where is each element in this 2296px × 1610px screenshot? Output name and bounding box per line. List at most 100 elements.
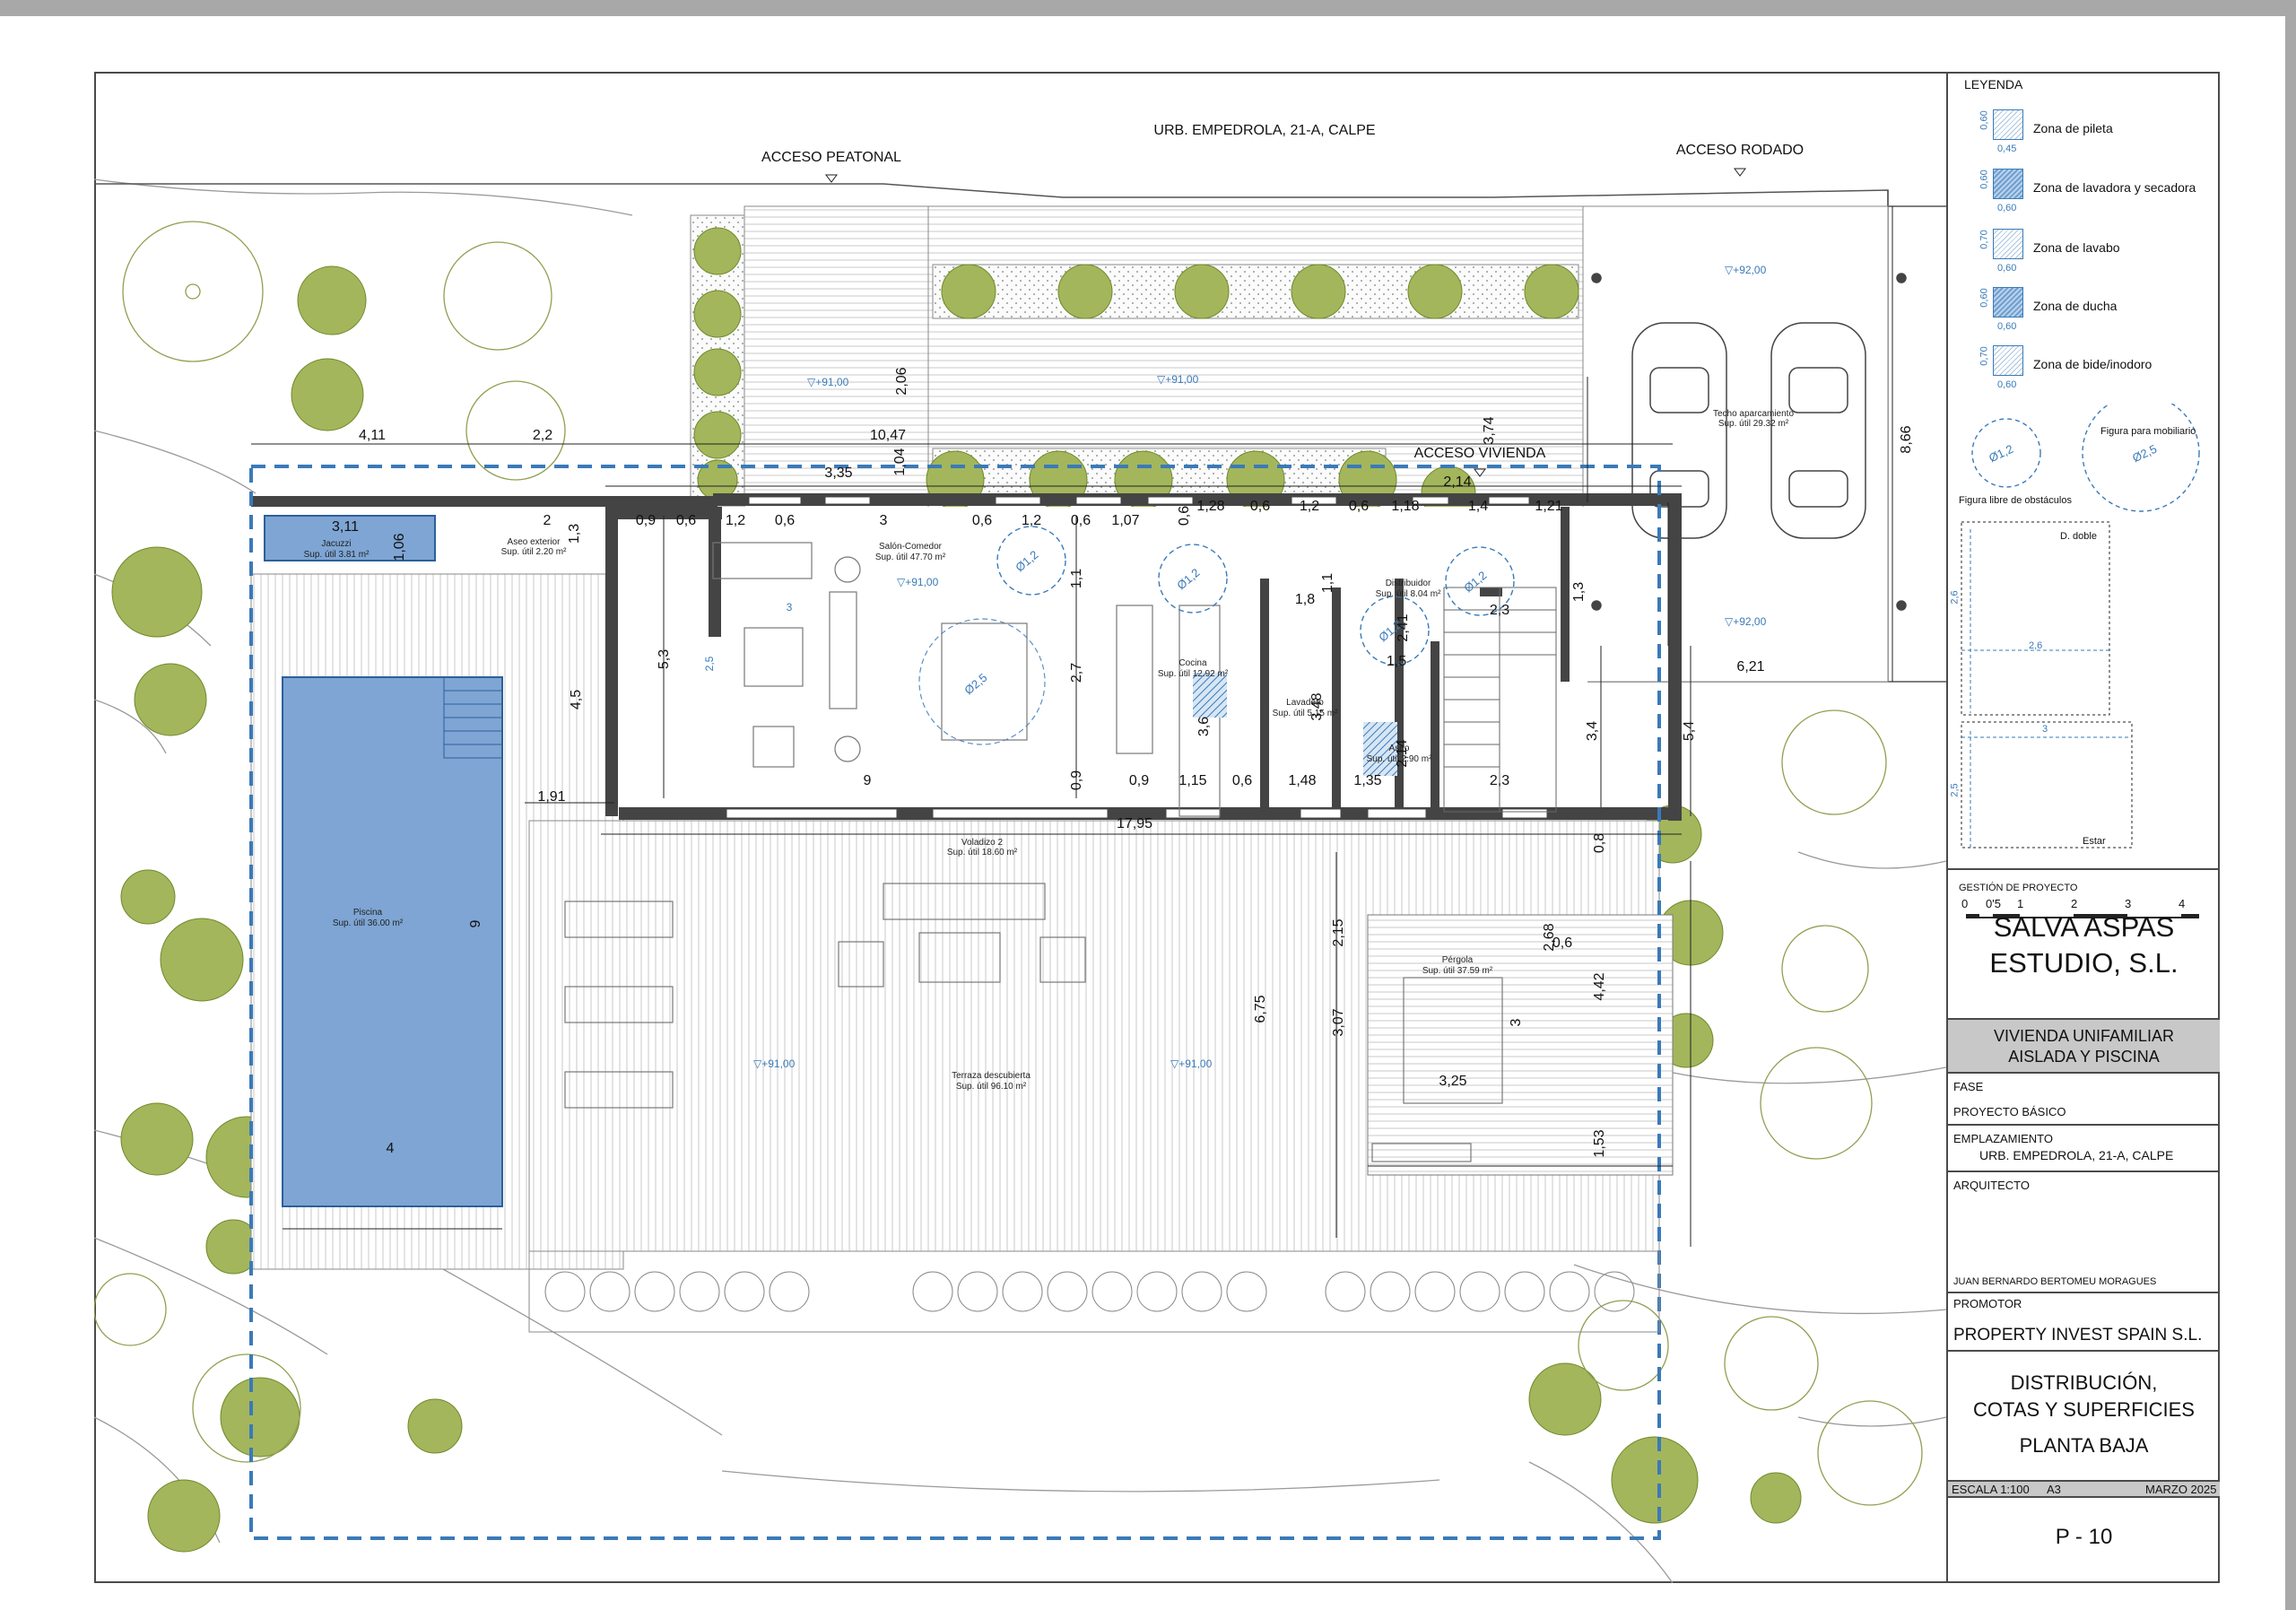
room-parking-area: Sup. útil 29.32 m² (1718, 419, 1789, 429)
dim: 3,35 (824, 466, 852, 481)
kitchen-hatch (1193, 673, 1227, 718)
address-header: URB. EMPEDROLA, 21-A, CALPE (1153, 123, 1375, 138)
boundary-top (94, 183, 1946, 207)
drawing-line-3: PLANTA BAJA (2019, 1434, 2149, 1457)
legend-w-lavadora: 0,60 (1997, 203, 2017, 213)
floor-plan: URB. EMPEDROLA, 21-A, CALPE ACCESO PEATO… (94, 123, 1946, 1583)
dim: 1,3 (567, 524, 582, 544)
room-jacuzzi: Jacuzzi (321, 539, 351, 549)
promoter-value: PROPERTY INVEST SPAIN S.L. (1953, 1326, 2203, 1345)
room-lavadero-area: Sup. útil 5.15 m² (1273, 709, 1338, 718)
room-voladizo-area: Sup. útil 18.60 m² (947, 848, 1018, 857)
access-vehicle-label: ACCESO RODADO (1676, 143, 1804, 158)
phase-label: FASE (1953, 1080, 1984, 1093)
legend-swatch-bide (1993, 345, 2023, 376)
dim: 1,35 (1353, 773, 1381, 788)
dim: 3 (880, 513, 888, 528)
dim: 1,2 (1022, 513, 1041, 528)
dim: 1,2 (1300, 499, 1319, 514)
dim: 0,6 (1349, 499, 1369, 514)
dim: 1,28 (1196, 499, 1224, 514)
dim: 1,06 (392, 533, 407, 561)
room-piscina-area: Sup. útil 36.00 m² (333, 918, 404, 928)
legend-item-pileta: Zona de pileta (2033, 121, 2113, 135)
dim: 5,3 (657, 649, 672, 669)
dim: 1,15 (1178, 773, 1206, 788)
room-distribuidor-area: Sup. útil 8.04 m² (1376, 589, 1441, 599)
legend-swatch-lavabo (1993, 229, 2023, 259)
dim: 3,07 (1331, 1008, 1346, 1036)
legend-h-pileta: 0,60 (1979, 110, 1990, 130)
legend-item-lavadora: Zona de lavadora y secadora (2033, 180, 2196, 195)
promoter-label: PROMOTOR (1953, 1297, 2022, 1310)
room-terraza: Terraza descubierta (952, 1071, 1031, 1081)
access-house-label: ACCESO VIVIENDA (1414, 446, 1546, 461)
management-label: GESTIÓN DE PROYECTO (1959, 883, 2078, 893)
sheet-number: P - 10 (2055, 1525, 2113, 1549)
legend-title: LEYENDA (1964, 77, 2023, 91)
level-entry: ▽+91,00 (1157, 373, 1199, 386)
dim: 4 (387, 1141, 395, 1156)
dim: 2,14 (1395, 739, 1410, 767)
dim: 1,1 (1320, 573, 1335, 593)
room-salon-area: Sup. útil 47.70 m² (875, 553, 946, 562)
legend-h-ducha: 0,60 (1979, 288, 1990, 308)
bottom-planters (528, 1250, 1660, 1333)
legend-w-pileta: 0,45 (1997, 144, 2017, 154)
dim: 1,5 (1387, 654, 1406, 669)
legend-circle-large-caption: Figura para mobiliario (2100, 426, 2196, 437)
scale-value: ESCALA 1:100 (1952, 1483, 2030, 1496)
architect-value: JUAN BERNARDO BERTOMEU MORAGUES (1953, 1276, 2157, 1287)
dim: 2 (544, 513, 552, 528)
dim: 0,9 (636, 513, 656, 528)
legend-swatch-ducha (1993, 287, 2023, 318)
dim: 9 (864, 773, 872, 788)
house-interior (614, 507, 1587, 816)
room-aseo-ext: Aseo exterior (508, 537, 561, 547)
legend-w-ducha: 0,60 (1997, 321, 2017, 332)
legend-item-ducha: Zona de ducha (2033, 299, 2118, 313)
legend-circle-small-caption: Figura libre de obstáculos (1959, 495, 2072, 506)
title-block: LEYENDA Zona de pileta 0,60 0,45 Zona de… (1946, 72, 2220, 1583)
room-aseo-ext-area: Sup. útil 2.20 m² (501, 547, 567, 557)
dim: 0,6 (676, 513, 696, 528)
dim: 0,6 (1177, 506, 1192, 526)
legend-w-bide: 0,60 (1997, 379, 2017, 390)
level-parking-bottom: ▽+92,00 (1725, 615, 1767, 628)
dim: 6,21 (1736, 659, 1764, 674)
dim: 1,2 (726, 513, 745, 528)
dim: 1,3 (1571, 582, 1587, 602)
location-value: URB. EMPEDROLA, 21-A, CALPE (1979, 1148, 2174, 1162)
dim: 1,18 (1391, 499, 1419, 514)
dim: 1,21 (1535, 499, 1562, 514)
pool[interactable] (282, 676, 503, 1207)
room-pergola-area: Sup. útil 37.59 m² (1422, 966, 1493, 976)
drawing-line-1: DISTRIBUCIÓN, (2010, 1371, 2158, 1394)
dim: 2,7 (1069, 663, 1084, 683)
dim: 1,1 (1069, 569, 1084, 588)
dim: 1,53 (1592, 1129, 1607, 1157)
dim: 3 (1509, 1018, 1524, 1026)
dim: 2,14 (1443, 474, 1471, 490)
drawing-line-2: COTAS Y SUPERFICIES (1973, 1398, 2195, 1421)
dim: 2,2 (533, 428, 552, 443)
legend-h-bide: 0,70 (1979, 346, 1990, 366)
dim: 3,74 (1482, 416, 1497, 444)
room-voladizo: Voladizo 2 (961, 838, 1004, 848)
dim: 0,9 (1069, 770, 1084, 790)
dim: 1,4 (1468, 499, 1488, 514)
level-salon: ▽+91,00 (897, 576, 939, 588)
room-piscina: Piscina (353, 908, 383, 918)
dim: 3,4 (1585, 721, 1600, 741)
dim: 0,6 (1071, 513, 1091, 528)
legend-swatch-pileta (1993, 109, 2023, 140)
phase-value: PROYECTO BÁSICO (1953, 1105, 2066, 1118)
dim: 17,95 (1117, 816, 1152, 831)
level-terrace-right: ▽+91,00 (1170, 1057, 1213, 1070)
paper-size: A3 (2047, 1483, 2061, 1496)
legend-bed-h: 2,6 (1949, 590, 1961, 605)
dim: 0,8 (1592, 833, 1607, 853)
room-distribuidor: Distribuidor (1386, 579, 1431, 588)
scale-tick-4: 4 (2179, 897, 2186, 910)
project-line-1: VIVIENDA UNIFAMILIAR (1993, 1027, 2175, 1045)
